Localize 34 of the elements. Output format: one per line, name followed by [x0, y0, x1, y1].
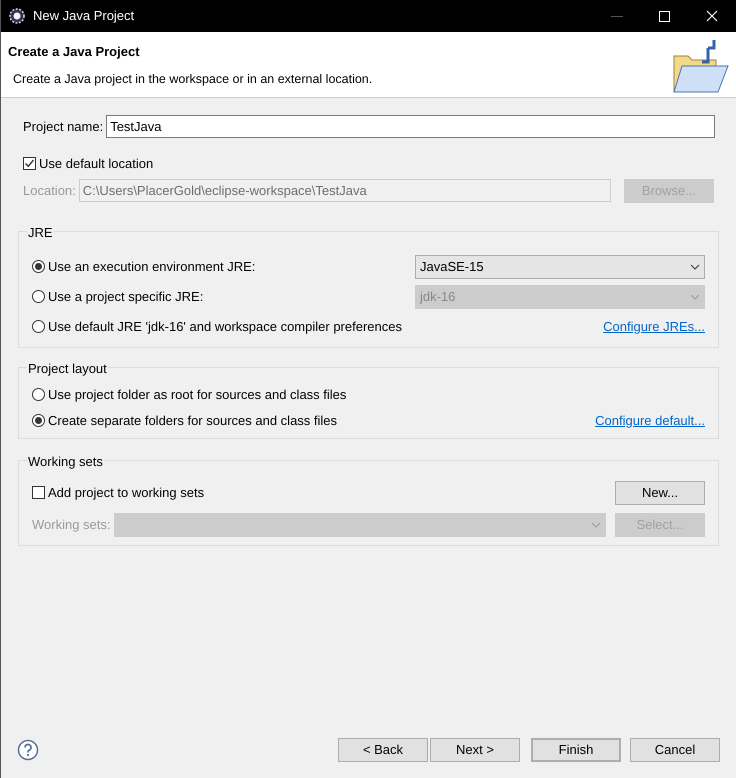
page-title: Create a Java Project — [8, 43, 141, 61]
new-button[interactable]: New... — [615, 480, 705, 504]
radio-label[interactable]: Use an execution environment JRE: — [48, 256, 415, 276]
help-icon[interactable] — [17, 739, 39, 761]
chevron-down-icon — [591, 522, 601, 528]
field-label: Location: — [23, 182, 76, 200]
maximize-icon[interactable] — [659, 10, 670, 22]
radio-label[interactable]: Use project folder as root for sources and class files — [48, 384, 705, 404]
radio-button[interactable] — [32, 260, 45, 273]
chevron-down-icon — [690, 294, 700, 300]
radio-button[interactable] — [32, 388, 45, 401]
checkbox[interactable] — [23, 157, 36, 170]
dialog-button[interactable]: Next > — [430, 738, 520, 762]
dialog-button[interactable]: Cancel — [630, 738, 720, 762]
page-description: Create a Java project in the workspace or in an external location. — [13, 70, 374, 88]
radio-button[interactable] — [32, 414, 45, 427]
project-name-field[interactable]: TestJava — [106, 115, 715, 138]
radio-button[interactable] — [32, 320, 45, 333]
radio-label[interactable]: Use default JRE 'jdk-16' and workspace compiler preferences — [48, 316, 604, 336]
dropdown[interactable]: JavaSE-15 — [415, 254, 705, 278]
field-label: Project name: — [23, 118, 104, 136]
field-label: Working sets: — [32, 516, 111, 534]
configure-link[interactable]: Configure default... — [595, 410, 705, 430]
radio-label[interactable]: Create separate folders for sources and class files — [48, 410, 596, 430]
configure-link[interactable]: Configure JREs... — [603, 316, 705, 336]
checkbox-label[interactable]: Use default location — [39, 154, 154, 174]
dialog-button[interactable]: Finish — [531, 738, 621, 762]
close-icon[interactable] — [706, 10, 718, 22]
eclipse-icon — [9, 8, 25, 24]
dialog-button[interactable]: < Back — [338, 738, 428, 762]
window-title: New Java Project — [33, 7, 136, 26]
checkbox-label[interactable]: Add project to working sets — [48, 482, 615, 502]
checkbox[interactable] — [32, 486, 45, 499]
chevron-down-icon — [690, 264, 700, 270]
